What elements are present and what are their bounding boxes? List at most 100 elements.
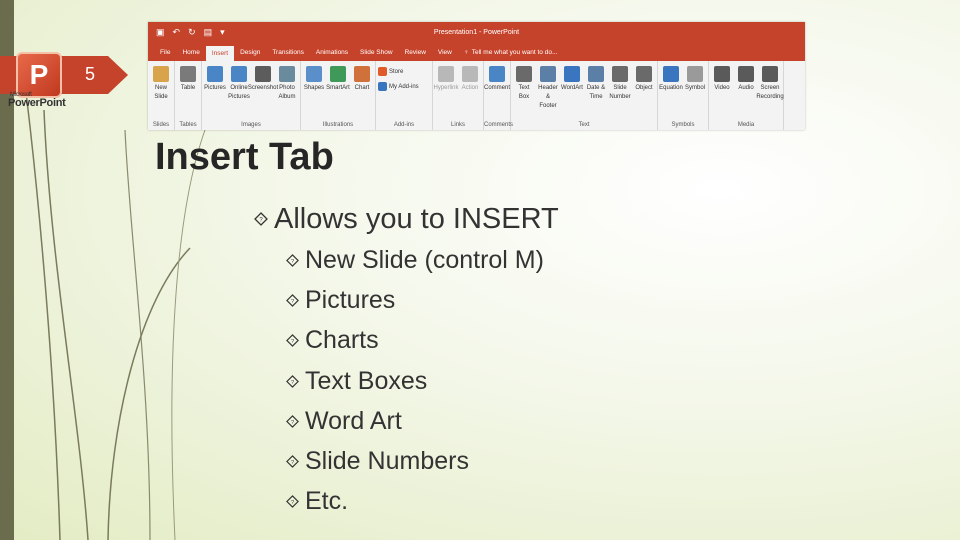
bullet-item: ? Pictures [286, 280, 559, 320]
button-label: My Add-ins [389, 83, 419, 90]
group-label: Media [737, 122, 755, 128]
chart-button[interactable]: Chart [351, 63, 373, 93]
group-links: Hyperlink Action Links [433, 61, 484, 130]
button-label: New Slide [154, 85, 168, 100]
bullet-text: Allows you to INSERT [274, 202, 559, 235]
bullet-text: New Slide (control M) [305, 245, 544, 274]
equation-icon [663, 66, 679, 82]
slide-number-icon [612, 66, 628, 82]
shapes-button[interactable]: Shapes [303, 63, 325, 93]
chart-icon [354, 66, 370, 82]
comment-button[interactable]: Comment [484, 63, 510, 93]
online-pictures-icon [231, 66, 247, 82]
group-comments: Comment Comments [484, 61, 513, 130]
button-label: Online Pictures [228, 85, 250, 100]
bullet-text: Slide Numbers [305, 447, 469, 476]
table-button[interactable]: Table [177, 63, 199, 93]
diamond-bullet-icon: ? [286, 334, 299, 348]
screenshot-icon [255, 66, 271, 82]
date-time-icon [588, 66, 604, 82]
tab-slide-show[interactable]: Slide Show [354, 44, 399, 61]
tab-transitions[interactable]: Transitions [266, 44, 310, 61]
new-slide-button[interactable]: New Slide [150, 63, 172, 102]
tab-view[interactable]: View [432, 44, 458, 61]
audio-button[interactable]: Audio [735, 63, 757, 93]
svg-text:?: ? [291, 460, 294, 466]
pictures-icon [207, 66, 223, 82]
group-label: Illustrations [322, 122, 354, 128]
symbol-icon [687, 66, 703, 82]
tell-me-box[interactable]: ♀ Tell me what you want to do... [458, 44, 564, 61]
bullet-text: Charts [305, 326, 379, 355]
group-slides: New Slide Slides [148, 61, 175, 130]
photo-album-icon [279, 66, 295, 82]
online-pictures-button[interactable]: Online Pictures [228, 63, 250, 102]
group-label: Images [241, 122, 261, 128]
wordart-button[interactable]: WordArt [561, 63, 583, 93]
hyperlink-button[interactable]: Hyperlink [434, 63, 459, 93]
tab-insert[interactable]: Insert [205, 46, 235, 61]
button-label: Audio [738, 85, 754, 91]
diamond-bullet-icon: ? [286, 495, 299, 509]
bullet-item: ? Slide Numbers [286, 441, 559, 481]
diamond-bullet-icon: ? [286, 414, 299, 428]
slide-number-button[interactable]: Slide Number [609, 63, 631, 102]
tab-design[interactable]: Design [234, 44, 266, 61]
photo-album-button[interactable]: Photo Album [276, 63, 298, 102]
new-slide-icon [153, 66, 169, 82]
audio-icon [738, 66, 754, 82]
tell-me-text: Tell me what you want to do... [471, 49, 558, 56]
my-addins-button[interactable]: My Add-ins [378, 82, 419, 91]
bullet-item: ? Charts [286, 321, 559, 361]
table-icon [180, 66, 196, 82]
text-box-icon [516, 66, 532, 82]
tab-home[interactable]: Home [176, 44, 205, 61]
ribbon-groups: New Slide Slides Table Tables Pictures Online… [148, 61, 805, 130]
button-label: Photo Album [278, 85, 296, 100]
equation-button[interactable]: Equation [659, 63, 683, 93]
group-label: Tables [179, 122, 197, 128]
tab-file[interactable]: File [154, 44, 176, 61]
group-add-ins: Store My Add-ins Add-ins [376, 61, 433, 130]
action-button[interactable]: Action [459, 63, 481, 93]
powerpoint-logo-text: Microsoft PowerPoint [8, 92, 66, 109]
comment-icon [489, 66, 505, 82]
button-label: Table [180, 85, 196, 91]
group-images: Pictures Online Pictures Screenshot Photo A… [202, 61, 301, 130]
button-label: Equation [659, 85, 683, 91]
tab-animations[interactable]: Animations [310, 44, 354, 61]
svg-text:?: ? [291, 420, 294, 426]
bullet-text: Pictures [305, 285, 396, 314]
group-tables: Table Tables [175, 61, 202, 130]
pictures-button[interactable]: Pictures [204, 63, 226, 93]
svg-text:?: ? [291, 299, 294, 305]
slide-title: Insert Tab [155, 136, 334, 178]
smartart-button[interactable]: SmartArt [326, 63, 350, 93]
group-label: Add-ins [393, 122, 415, 128]
button-label: WordArt [561, 85, 583, 91]
object-button[interactable]: Object [633, 63, 655, 93]
button-label: SmartArt [326, 85, 350, 91]
store-button[interactable]: Store [378, 67, 419, 76]
button-label: Pictures [204, 85, 226, 91]
date-time-button[interactable]: Date & Time [585, 63, 607, 102]
button-label: Shapes [303, 85, 325, 91]
button-label: Slide Number [609, 85, 631, 100]
video-button[interactable]: Video [711, 63, 733, 93]
wordart-icon [564, 66, 580, 82]
bullet-item: ? New Slide (control M) [286, 240, 559, 280]
tab-review[interactable]: Review [399, 44, 432, 61]
text-box-button[interactable]: Text Box [513, 63, 535, 102]
button-label: Store [389, 68, 404, 75]
svg-text:?: ? [291, 379, 294, 385]
button-label: Screenshot [247, 85, 279, 91]
screen-recording-button[interactable]: Screen Recording [756, 63, 784, 102]
button-label: Date & Time [586, 85, 606, 100]
header-footer-button[interactable]: Header & Footer [537, 63, 559, 111]
symbol-button[interactable]: Symbol [684, 63, 706, 93]
group-symbols: Equation Symbol Symbols [658, 61, 709, 130]
screenshot-button[interactable]: Screenshot [248, 63, 278, 93]
button-label: Header & Footer [538, 85, 558, 109]
diamond-bullet-icon: ? [254, 212, 268, 226]
button-label: Object [635, 85, 653, 91]
